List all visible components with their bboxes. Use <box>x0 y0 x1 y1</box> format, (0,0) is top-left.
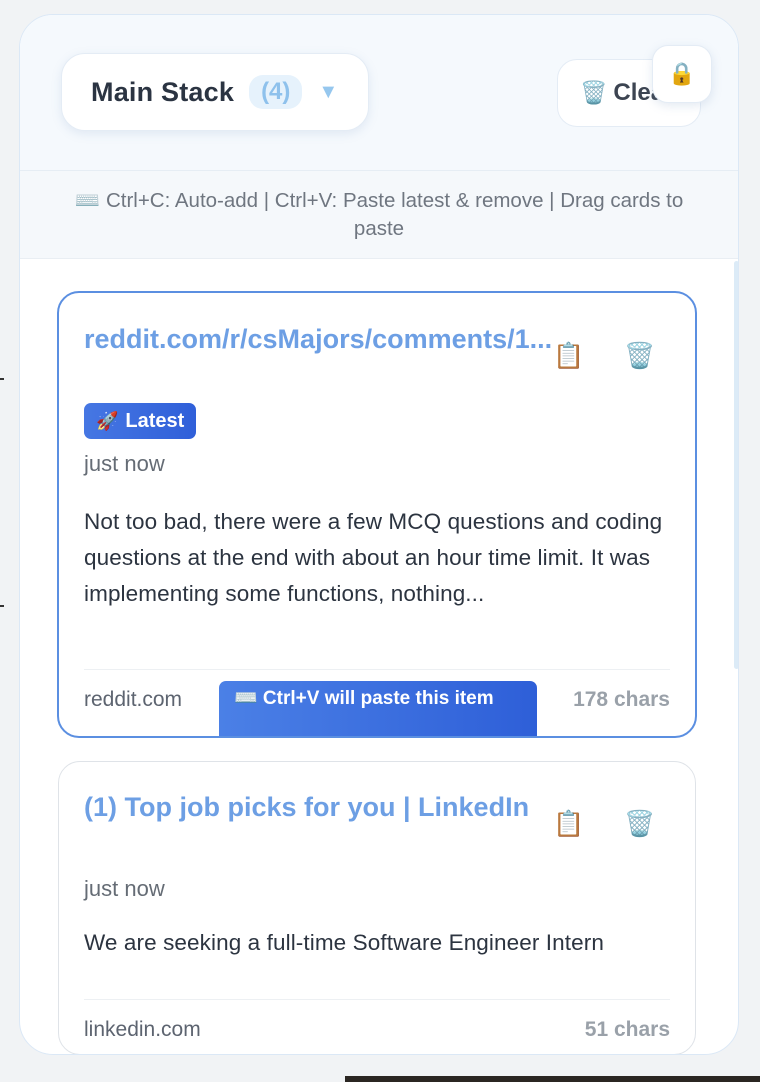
copy-icon[interactable]: 📋 <box>551 806 587 842</box>
card-char-count: 51 chars <box>584 1018 670 1041</box>
lock-button[interactable]: 🔒 <box>652 45 712 103</box>
background-strip <box>345 1076 760 1082</box>
copy-icon[interactable]: 📋 <box>551 338 587 374</box>
card-divider <box>84 999 670 1000</box>
card-divider <box>84 669 670 670</box>
delete-icon[interactable]: 🗑️ <box>622 338 658 374</box>
clipboard-card[interactable]: (1) Top job picks for you | LinkedIn 📋 🗑… <box>58 761 696 1054</box>
card-timestamp: just now <box>84 876 165 901</box>
card-domain: linkedin.com <box>84 1018 201 1041</box>
card-preview-text: Not too bad, there were a few MCQ questi… <box>84 509 663 606</box>
latest-badge: 🚀 Latest <box>84 403 197 439</box>
card-title-link[interactable]: (1) Top job picks for you | LinkedIn <box>84 787 554 827</box>
stack-selector-dropdown[interactable]: Main Stack (4) ▼ <box>61 53 369 131</box>
delete-icon[interactable]: 🗑️ <box>622 806 658 842</box>
header: Main Stack (4) ▼ 🗑️ Clear 🔒 <box>20 15 738 171</box>
trash-icon: 🗑️ <box>580 80 608 105</box>
background-mark <box>0 605 4 607</box>
rocket-icon: 🚀 <box>96 410 119 431</box>
card-domain: reddit.com <box>84 688 183 711</box>
lock-icon: 🔒 <box>668 61 696 86</box>
clipboard-card[interactable]: reddit.com/r/csMajors/comments/1... 📋 🗑️… <box>57 291 697 738</box>
card-char-count: 178 chars <box>573 688 670 711</box>
stack-count-badge: (4) <box>249 75 303 109</box>
paste-hint-badge: ⌨️ Ctrl+V will paste this item <box>219 681 537 736</box>
card-preview-text: We are seeking a full-time Software Engi… <box>84 930 604 955</box>
shortcut-hint-bar: ⌨️ Ctrl+C: Auto-add | Ctrl+V: Paste late… <box>20 171 738 259</box>
scrollbar-thumb[interactable] <box>734 261 738 669</box>
stack-name: Main Stack <box>91 76 235 107</box>
clipboard-stack-panel: Main Stack (4) ▼ 🗑️ Clear 🔒 ⌨️ Ctrl+C: A… <box>19 14 739 1055</box>
latest-badge-label: Latest <box>125 409 185 432</box>
background-mark <box>0 378 4 380</box>
card-title-link[interactable]: reddit.com/r/csMajors/comments/1... <box>84 319 554 359</box>
shortcut-hint-text: ⌨️ Ctrl+C: Auto-add | Ctrl+V: Paste late… <box>74 188 684 240</box>
chevron-down-icon: ▼ <box>318 80 339 103</box>
card-timestamp: just now <box>84 451 165 476</box>
